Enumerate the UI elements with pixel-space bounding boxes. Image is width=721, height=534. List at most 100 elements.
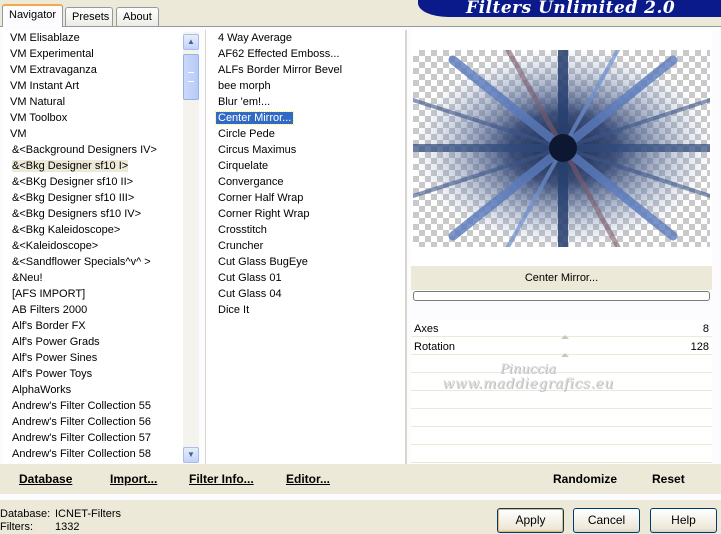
filter-item[interactable]: Cut Glass 04 (206, 286, 405, 302)
category-item[interactable]: VM (2, 126, 183, 142)
category-item[interactable]: Andrew's Filter Collection 56 (2, 414, 183, 430)
category-item[interactable]: VM Instant Art (2, 78, 183, 94)
filter-item[interactable]: Crosstitch (206, 222, 405, 238)
category-item[interactable]: VM Elisablaze (2, 30, 183, 46)
cancel-button[interactable]: Cancel (573, 508, 640, 533)
filter-item[interactable]: Cirquelate (206, 158, 405, 174)
category-item[interactable]: Andrew's Filter Collection 55 (2, 398, 183, 414)
filter-item[interactable]: AF62 Effected Emboss... (206, 46, 405, 62)
filter-item-label: Cut Glass 04 (218, 288, 282, 300)
scrollbar-thumb[interactable] (183, 54, 199, 100)
filter-item[interactable]: bee morph (206, 78, 405, 94)
category-item-label: Andrew's Filter Collection 56 (12, 416, 152, 428)
category-item[interactable]: Alf's Power Toys (2, 366, 183, 382)
filter-item-label: Blur 'em!... (218, 96, 271, 108)
filter-item[interactable]: Dice It (206, 302, 405, 318)
reset-link[interactable]: Reset (652, 472, 685, 486)
category-item-label: &<Bkg Kaleidoscope> (12, 224, 121, 236)
apply-button[interactable]: Apply (497, 508, 564, 533)
category-item[interactable]: VM Toolbox (2, 110, 183, 126)
category-item-label: &<Kaleidoscope> (12, 240, 99, 252)
watermark-line-1: Pinuccia (499, 362, 557, 377)
category-item[interactable]: &<BKg Designer sf10 II> (2, 174, 183, 190)
category-item[interactable]: &<Bkg Designer sf10 III> (2, 190, 183, 206)
filter-item[interactable]: Circus Maximus (206, 142, 405, 158)
filter-item-label: 4 Way Average (218, 32, 292, 44)
scroll-up-arrow-icon[interactable]: ▲ (183, 34, 199, 50)
category-item[interactable]: &<Kaleidoscope> (2, 238, 183, 254)
param-rotation-row[interactable]: Rotation 128 (411, 339, 712, 357)
category-item-label: &<Bkg Designer sf10 III> (12, 192, 135, 204)
filter-item-label: Circus Maximus (218, 144, 297, 156)
category-scrollbar[interactable]: ▲ ▼ (183, 32, 199, 463)
progress-bar (413, 291, 710, 301)
category-item[interactable]: Andrew's Filter Collection 57 (2, 430, 183, 446)
param-rotation-value: 128 (690, 341, 709, 353)
filter-item[interactable]: Corner Half Wrap (206, 190, 405, 206)
filter-item[interactable]: Corner Right Wrap (206, 206, 405, 222)
category-item[interactable]: Alf's Power Sines (2, 350, 183, 366)
tab-about[interactable]: About (116, 7, 159, 26)
filter-item[interactable]: Cruncher (206, 238, 405, 254)
category-list[interactable]: VM Elisablaze VM Experimental VM Extravaga… (2, 30, 183, 464)
filter-item[interactable]: Blur 'em!... (206, 94, 405, 110)
import-link[interactable]: Import... (110, 472, 157, 486)
category-item[interactable]: VM Natural (2, 94, 183, 110)
category-item-label: VM (10, 128, 27, 140)
filter-item[interactable]: Center Mirror... (206, 110, 405, 126)
tab-presets[interactable]: Presets (65, 7, 113, 26)
param-axes-row[interactable]: Axes 8 (411, 321, 712, 339)
filter-item-label: Cirquelate (218, 160, 269, 172)
editor-link[interactable]: Editor... (286, 472, 330, 486)
filter-list[interactable]: 4 Way Average AF62 Effected Emboss... ALFs… (205, 30, 405, 464)
filter-item[interactable]: Cut Glass 01 (206, 270, 405, 286)
scroll-down-arrow-icon[interactable]: ▼ (183, 447, 199, 463)
filter-info-link-label: Filter Info... (189, 472, 254, 486)
category-item-label: AB Filters 2000 (12, 304, 88, 316)
category-item-label: VM Toolbox (10, 112, 68, 124)
filters-count-value: 1332 (55, 521, 80, 533)
category-item-label: &<Background Designers IV> (12, 144, 157, 156)
randomize-link[interactable]: Randomize (553, 472, 617, 486)
param-empty-row (411, 411, 712, 427)
category-item[interactable]: &<Bkg Designers sf10 IV> (2, 206, 183, 222)
filter-item[interactable]: Convergance (206, 174, 405, 190)
category-item[interactable]: VM Experimental (2, 46, 183, 62)
param-axes-value: 8 (702, 323, 709, 335)
category-item[interactable]: [AFS IMPORT] (2, 286, 183, 302)
filters-count-label: Filters: (0, 521, 33, 533)
help-button[interactable]: Help (650, 508, 717, 533)
filter-item-label: ALFs Border Mirror Bevel (218, 64, 343, 76)
category-item[interactable]: Andrew's Filter Collection 58 (2, 446, 183, 462)
filter-item[interactable]: 4 Way Average (206, 30, 405, 46)
category-item[interactable]: &<Sandflower Specials^v^ > (2, 254, 183, 270)
filter-item-label: Convergance (218, 176, 284, 188)
category-item-label: Andrew's Filter Collection 57 (12, 432, 152, 444)
watermark: Pinuccia www.maddiegrafics.eu (428, 362, 628, 392)
category-item[interactable]: AB Filters 2000 (2, 302, 183, 318)
param-empty-row (411, 447, 712, 463)
category-item-label: Andrew's Filter Collection 55 (12, 400, 152, 412)
category-item-label: Alf's Power Sines (12, 352, 98, 364)
category-item[interactable]: Alf's Power Grads (2, 334, 183, 350)
category-item[interactable]: &<Background Designers IV> (2, 142, 183, 158)
category-item[interactable]: VM Extravaganza (2, 62, 183, 78)
category-item[interactable]: Alf's Border FX (2, 318, 183, 334)
editor-link-label: Editor... (286, 472, 331, 486)
database-link[interactable]: Database (19, 472, 72, 486)
filter-item[interactable]: Cut Glass BugEye (206, 254, 405, 270)
category-item[interactable]: &Neu! (2, 270, 183, 286)
category-item-label: VM Experimental (10, 48, 94, 60)
category-item[interactable]: &<Bkg Designer sf10 I> (2, 158, 183, 174)
filter-item[interactable]: Circle Pede (206, 126, 405, 142)
app-title-banner: Filters Unlimited 2.0 (418, 0, 721, 17)
filter-info-link[interactable]: Filter Info... (189, 472, 254, 486)
filter-item[interactable]: ALFs Border Mirror Bevel (206, 62, 405, 78)
tab-navigator[interactable]: Navigator (2, 4, 63, 27)
category-item[interactable]: &<Bkg Kaleidoscope> (2, 222, 183, 238)
category-item[interactable]: AlphaWorks (2, 382, 183, 398)
filter-item-label: Corner Half Wrap (218, 192, 304, 204)
current-filter-name: Center Mirror... (411, 266, 712, 290)
database-status-value: ICNET-Filters (55, 508, 121, 520)
category-item-label: Alf's Border FX (12, 320, 86, 332)
